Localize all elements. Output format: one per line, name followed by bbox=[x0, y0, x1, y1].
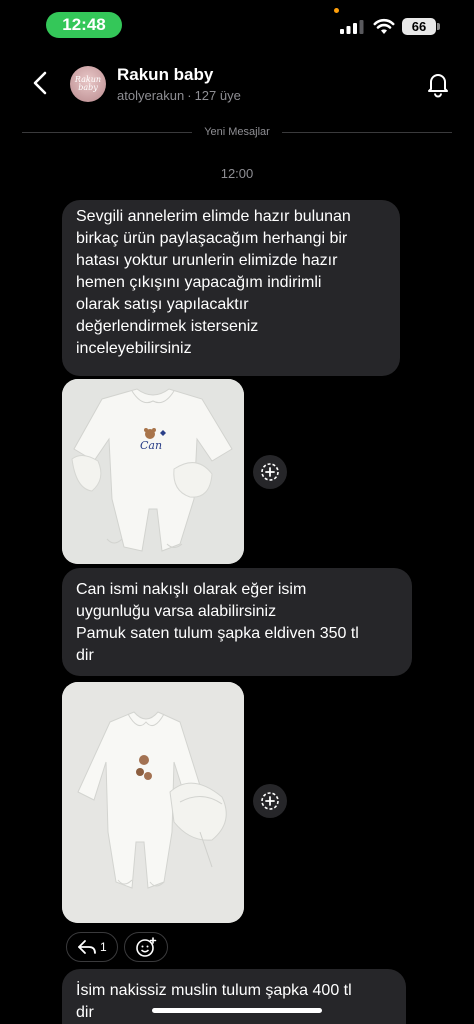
new-messages-label: Yeni Mesajlar bbox=[204, 126, 270, 138]
chat-title[interactable]: Rakun baby bbox=[117, 65, 213, 85]
status-time[interactable]: 12:48 bbox=[46, 12, 122, 38]
message-bubble[interactable]: İsim nakissiz muslin tulum şapka 400 tl … bbox=[62, 969, 406, 1024]
battery-level: 66 bbox=[402, 18, 436, 35]
baby-romper-photo bbox=[62, 682, 244, 923]
channel-username: atolyerakun bbox=[117, 88, 185, 103]
battery-tip bbox=[437, 23, 440, 30]
replies-button[interactable]: 1 bbox=[66, 932, 118, 962]
embroidered-name: Can bbox=[140, 439, 162, 452]
message-timestamp: 12:00 bbox=[220, 166, 254, 181]
notifications-button[interactable] bbox=[424, 70, 452, 98]
save-plus-icon bbox=[261, 792, 279, 810]
message-photo[interactable] bbox=[62, 682, 244, 923]
reply-count: 1 bbox=[100, 940, 107, 954]
back-button[interactable] bbox=[26, 66, 54, 100]
new-messages-divider: Yeni Mesajlar bbox=[22, 124, 453, 140]
save-photo-button[interactable] bbox=[253, 455, 287, 489]
reply-arrow-icon bbox=[78, 940, 96, 954]
message-text: Sevgili annelerim elimde hazır bulunan b… bbox=[76, 208, 351, 357]
chevron-left-icon bbox=[33, 71, 47, 95]
save-plus-icon bbox=[261, 463, 279, 481]
wifi-icon bbox=[373, 18, 395, 34]
avatar-logo-text: Rakun baby bbox=[74, 75, 102, 92]
add-emoji-icon bbox=[135, 937, 156, 957]
chat-subtitle: atolyerakun · 127 üye bbox=[117, 88, 241, 103]
message-bubble[interactable]: Can ismi nakışlı olarak eğer isim uygunl… bbox=[62, 568, 412, 676]
message-text: İsim nakissiz muslin tulum şapka 400 tl … bbox=[76, 982, 352, 1021]
bell-icon bbox=[428, 74, 448, 98]
message-text: Can ismi nakışlı olarak eğer isim uygunl… bbox=[76, 581, 359, 664]
member-count: 127 üye bbox=[194, 88, 241, 103]
cellular-signal-icon bbox=[340, 20, 364, 34]
message-bubble[interactable]: Sevgili annelerim elimde hazır bulunan b… bbox=[62, 200, 400, 376]
privacy-indicator-dot bbox=[334, 8, 339, 13]
save-photo-button[interactable] bbox=[253, 784, 287, 818]
divider-line-right bbox=[281, 131, 453, 133]
chat-header: Rakun baby Rakun baby atolyerakun · 127 üy… bbox=[0, 52, 474, 114]
channel-avatar[interactable]: Rakun baby bbox=[70, 66, 106, 102]
subtitle-separator: · bbox=[187, 88, 192, 103]
add-reaction-button[interactable] bbox=[123, 932, 168, 962]
divider-line-left bbox=[22, 131, 193, 133]
message-reactions: 1 bbox=[66, 932, 168, 962]
message-photo[interactable]: Can bbox=[62, 379, 244, 564]
home-indicator[interactable] bbox=[152, 1008, 322, 1013]
baby-romper-photo: Can bbox=[62, 379, 244, 564]
status-bar: 12:48 66 bbox=[0, 0, 474, 50]
